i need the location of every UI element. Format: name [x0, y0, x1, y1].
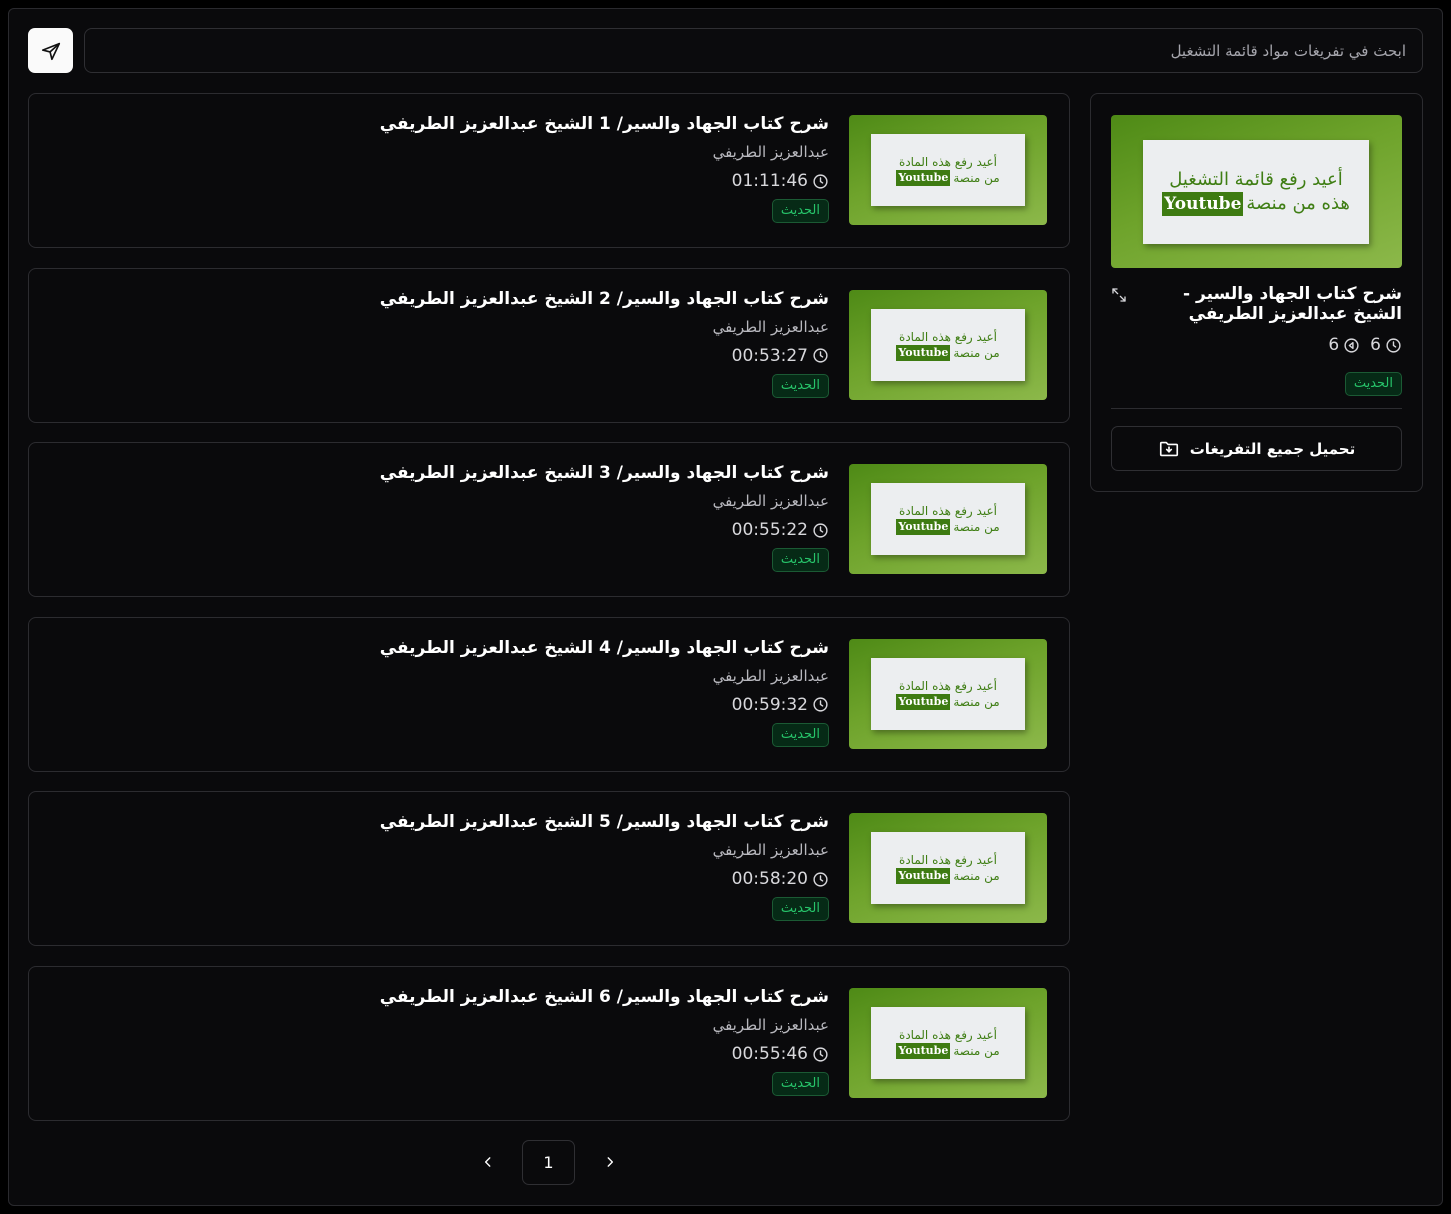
thumbnail-line2: من منصة — [953, 345, 1000, 360]
page-1-button[interactable]: 1 — [522, 1140, 575, 1185]
episode-card[interactable]: أعيد رفع هذه المادة من منصة Youtube شرح … — [28, 267, 1070, 423]
play-count: 6 — [1328, 335, 1340, 355]
episode-card[interactable]: أعيد رفع هذه المادة من منصة Youtube شرح … — [28, 442, 1070, 598]
playlist-thumbnail-brand: Youtube — [1162, 192, 1244, 216]
episode-card[interactable]: أعيد رفع هذه المادة من منصة Youtube شرح … — [28, 93, 1070, 248]
episode-thumbnail: أعيد رفع هذه المادة من منصة Youtube — [849, 289, 1047, 400]
previous-page-button[interactable] — [476, 1150, 500, 1174]
clock-icon — [813, 348, 828, 363]
episode-card[interactable]: أعيد رفع هذه المادة من منصة Youtube شرح … — [28, 616, 1070, 772]
thumbnail-line2: من منصة — [953, 694, 1000, 709]
duration-stat: 6 — [1370, 335, 1402, 355]
thumbnail-line2: من منصة — [953, 1044, 1000, 1058]
duration-count: 6 — [1370, 335, 1381, 355]
thumbnail-brand: Youtube — [896, 1043, 951, 1059]
episode-duration: 01:11:46 — [229, 170, 829, 192]
playlist-thumbnail: أعيد رفع قائمة التشغيل هذه من منصة Youtu… — [1111, 115, 1402, 268]
episode-duration: 00:59:32 — [229, 694, 829, 716]
episode-title[interactable]: شرح كتاب الجهاد والسير/ 1 الشيخ عبدالعزي… — [229, 112, 829, 136]
play-stat: 6 — [1328, 335, 1360, 355]
divider — [1111, 408, 1402, 409]
clock-icon — [813, 872, 828, 887]
download-all-label: تحميل جميع التفريغات — [1189, 439, 1356, 458]
thumbnail-brand: Youtube — [896, 868, 951, 885]
episode-duration: 00:55:22 — [229, 519, 829, 541]
episode-thumbnail: أعيد رفع هذه المادة من منصة Youtube — [849, 813, 1047, 924]
playlist-thumbnail-line2: هذه من منصة — [1246, 193, 1350, 214]
playlist-thumbnail-line1: أعيد رفع قائمة التشغيل — [1169, 169, 1343, 190]
thumbnail-brand: Youtube — [896, 170, 951, 186]
episode-thumbnail: أعيد رفع هذه المادة من منصة Youtube — [849, 988, 1047, 1098]
clock-icon — [1386, 337, 1401, 353]
duration-text: 00:58:20 — [731, 869, 808, 890]
thumbnail-line1: أعيد رفع هذه المادة — [899, 155, 997, 169]
thumbnail-brand: Youtube — [896, 344, 951, 361]
playlist-title: شرح كتاب الجهاد والسير - الشيخ عبدالعزيز… — [1183, 284, 1402, 324]
duration-text: 00:55:22 — [731, 520, 808, 541]
episode-author: عبدالعزيز الطريفي — [712, 666, 829, 685]
clock-icon — [813, 173, 828, 189]
episode-title[interactable]: شرح كتاب الجهاد والسير/ 2 الشيخ عبدالعزي… — [229, 287, 829, 311]
thumbnail-line1: أعيد رفع هذه المادة — [899, 678, 997, 693]
episode-title[interactable]: شرح كتاب الجهاد والسير/ 4 الشيخ عبدالعزي… — [229, 636, 829, 660]
send-button[interactable] — [28, 28, 73, 73]
category-badge[interactable]: الحديث — [771, 722, 829, 747]
clock-icon — [813, 523, 828, 538]
episode-thumbnail: أعيد رفع هذه المادة من منصة Youtube — [849, 638, 1047, 749]
chevron-left-icon — [484, 1157, 491, 1167]
thumbnail-line1: أعيد رفع هذه المادة — [899, 1028, 997, 1042]
episode-author: عبدالعزيز الطريفي — [712, 492, 829, 511]
playlist-stats: 6 6 — [1328, 335, 1402, 355]
episode-card[interactable]: أعيد رفع هذه المادة من منصة Youtube شرح … — [28, 966, 1070, 1121]
thumbnail-line2: من منصة — [953, 171, 1000, 185]
clock-icon — [813, 697, 828, 712]
duration-text: 00:59:32 — [731, 694, 808, 715]
playlist-category-badge[interactable]: الحديث — [1344, 372, 1402, 396]
category-badge[interactable]: الحديث — [771, 1072, 829, 1096]
send-icon — [41, 42, 60, 60]
play-circle-icon — [1344, 337, 1359, 353]
episode-author: عبدالعزيز الطريفي — [712, 841, 829, 860]
duration-text: 01:11:46 — [731, 171, 808, 191]
episode-title[interactable]: شرح كتاب الجهاد والسير/ 6 الشيخ عبدالعزي… — [229, 985, 829, 1009]
chevron-right-icon — [607, 1157, 614, 1167]
thumbnail-line2: من منصة — [953, 520, 1000, 535]
episode-duration: 00:58:20 — [229, 868, 829, 890]
folder-download-icon — [1159, 441, 1178, 456]
episode-thumbnail: أعيد رفع هذه المادة من منصة Youtube — [849, 464, 1047, 575]
thumbnail-line1: أعيد رفع هذه المادة — [899, 329, 997, 344]
category-badge[interactable]: الحديث — [771, 897, 829, 922]
duration-text: 00:55:46 — [731, 1044, 808, 1064]
category-badge[interactable]: الحديث — [771, 548, 829, 573]
next-page-button[interactable] — [598, 1150, 622, 1174]
episode-author: عبدالعزيز الطريفي — [712, 317, 829, 336]
thumbnail-line1: أعيد رفع هذه المادة — [899, 853, 997, 868]
episode-duration: 00:53:27 — [229, 345, 829, 367]
thumbnail-brand: Youtube — [896, 519, 951, 536]
thumbnail-line2: من منصة — [953, 869, 1000, 884]
episode-thumbnail: أعيد رفع هذه المادة من منصة Youtube — [849, 115, 1047, 225]
episode-author: عبدالعزيز الطريفي — [712, 1016, 829, 1034]
expand-icon[interactable] — [1111, 287, 1127, 303]
episode-duration: 00:55:46 — [229, 1043, 829, 1065]
category-badge[interactable]: الحديث — [771, 199, 829, 223]
thumbnail-line1: أعيد رفع هذه المادة — [899, 504, 997, 519]
clock-icon — [813, 1046, 828, 1062]
episode-author: عبدالعزيز الطريفي — [712, 143, 829, 161]
episode-title[interactable]: شرح كتاب الجهاد والسير/ 3 الشيخ عبدالعزي… — [229, 461, 829, 485]
search-input[interactable] — [84, 28, 1423, 73]
download-all-button[interactable]: تحميل جميع التفريغات — [1111, 426, 1402, 471]
episode-card[interactable]: أعيد رفع هذه المادة من منصة Youtube شرح … — [28, 791, 1070, 947]
playlist-sidebar: أعيد رفع قائمة التشغيل هذه من منصة Youtu… — [1090, 93, 1423, 492]
thumbnail-brand: Youtube — [896, 693, 951, 710]
category-badge[interactable]: الحديث — [771, 373, 829, 398]
duration-text: 00:53:27 — [731, 345, 808, 366]
episode-title[interactable]: شرح كتاب الجهاد والسير/ 5 الشيخ عبدالعزي… — [229, 810, 829, 834]
